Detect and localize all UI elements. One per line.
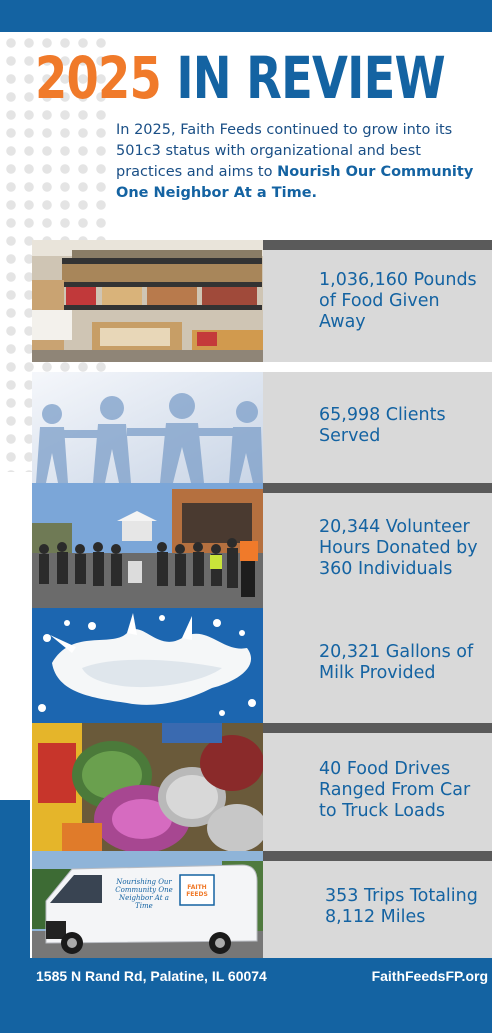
food-pantry-shelves-photo [32, 240, 263, 362]
stat-text: 1,036,160 Pounds of Food Given Away [319, 269, 477, 332]
stat-text: 20,321 Gallons of Milk Provided [319, 641, 474, 683]
footer-address: 1585 N Rand Rd, Palatine, IL 60074 [36, 968, 267, 984]
top-banner [0, 0, 492, 32]
stat-panel: 65,998 Clients Served [263, 372, 492, 483]
stat-text: 65,998 Clients Served [319, 404, 446, 446]
stat-row-volunteers: 20,344 Volunteer Hours Donated by 360 In… [32, 483, 492, 608]
canned-goods-photo [32, 723, 263, 851]
stat-text: 40 Food Drives Ranged From Car to Truck … [319, 758, 471, 821]
van-slogan: Nourishing Our Community One Neighbor At… [115, 878, 173, 910]
stat-row-food-drives: 40 Food Drives Ranged From Car to Truck … [32, 723, 492, 851]
volunteer-group-photo [32, 483, 263, 608]
stat-text: 20,344 Volunteer Hours Donated by 360 In… [319, 517, 478, 579]
stat-panel: 20,321 Gallons of Milk Provided [263, 608, 492, 723]
stat-panel: 1,036,160 Pounds of Food Given Away [263, 240, 492, 362]
stat-text: 353 Trips Totaling 8,112 Miles [325, 885, 478, 927]
title-in-review: IN REVIEW [176, 44, 445, 112]
stat-row-milk: 20,321 Gallons of Milk Provided [32, 608, 492, 723]
page-title: 2025 IN REVIEW [35, 44, 446, 112]
title-year: 2025 [35, 44, 162, 112]
van-logo: FAITH FEEDS [186, 884, 208, 898]
delivery-van-photo: Nourishing Our Community One Neighbor At… [32, 851, 263, 958]
paper-people-chain-photo [32, 372, 263, 483]
stat-panel: 20,344 Volunteer Hours Donated by 360 In… [263, 483, 492, 608]
footer-website-link[interactable]: FaithFeedsFP.org [372, 968, 488, 984]
stat-row-trips: 353 Trips Totaling 8,112 Miles Nourishin… [32, 851, 492, 958]
stat-row-food: 1,036,160 Pounds of Food Given Away [32, 240, 492, 362]
stat-panel: 40 Food Drives Ranged From Car to Truck … [263, 723, 492, 851]
milk-splash-photo [32, 608, 263, 723]
stat-panel: 353 Trips Totaling 8,112 Miles [263, 851, 492, 958]
stat-row-clients: 65,998 Clients Served [32, 372, 492, 483]
intro-paragraph: In 2025, Faith Feeds continued to grow i… [116, 120, 488, 204]
